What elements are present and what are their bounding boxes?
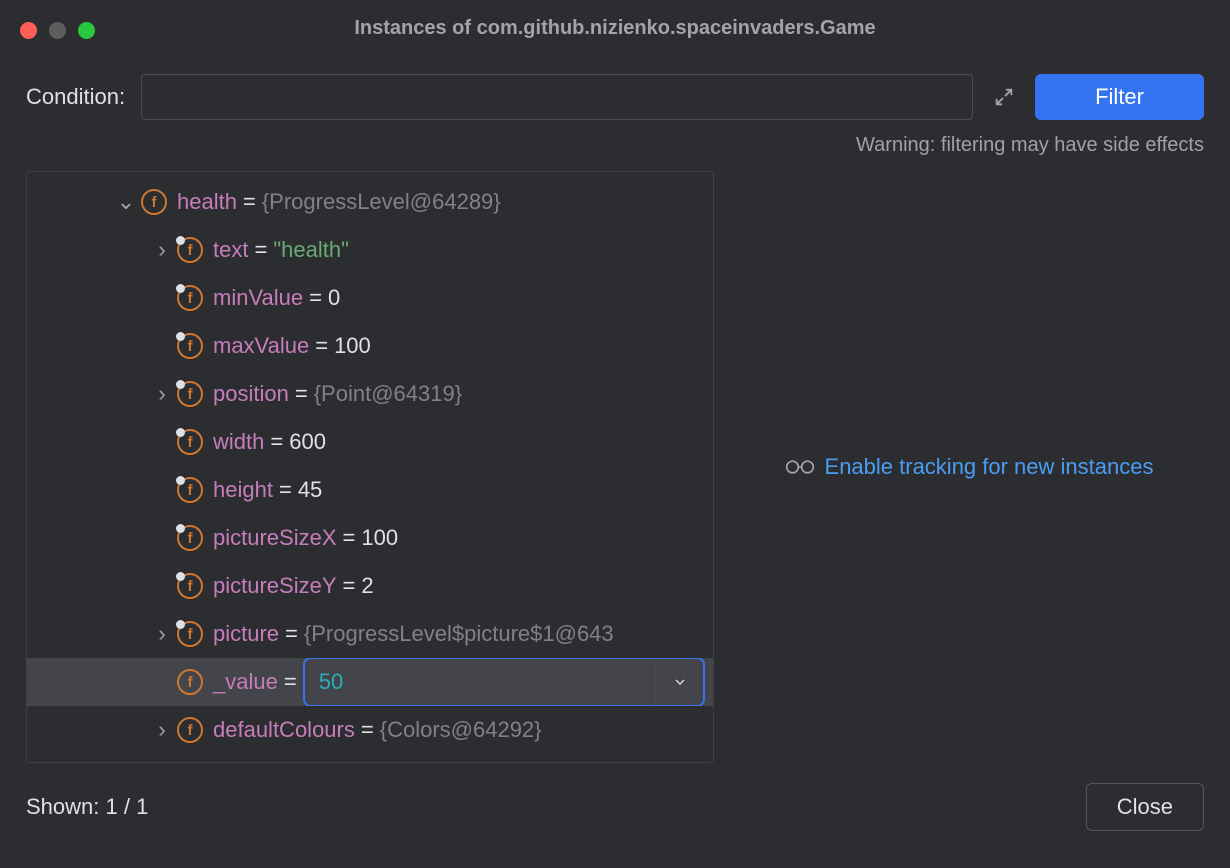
filter-button[interactable]: Filter	[1035, 74, 1204, 120]
tree-row[interactable]: f pictureSizeX = 100	[27, 514, 713, 562]
tree-row[interactable]: fwidth = 600	[27, 418, 713, 466]
field-icon: f	[177, 573, 203, 599]
chevron-down-icon[interactable]	[115, 196, 137, 208]
variable-name: picture	[213, 621, 279, 647]
variable-value: 100	[361, 525, 398, 551]
equals: =	[279, 621, 304, 647]
field-icon: f	[177, 477, 203, 503]
tree-row[interactable]: f _value =	[27, 658, 713, 706]
variable-value: {Point@64319}	[314, 381, 462, 407]
tree-row[interactable]: fhealth = {ProgressLevel@64289}	[27, 178, 713, 226]
equals: =	[273, 477, 298, 503]
tree-row[interactable]: f maxValue = 100	[27, 322, 713, 370]
condition-label: Condition:	[26, 84, 125, 110]
instances-tree[interactable]: fhealth = {ProgressLevel@64289}ftext = "…	[26, 171, 714, 763]
variable-name: pictureSizeX	[213, 525, 337, 551]
variable-value: 45	[298, 477, 322, 503]
field-icon: f	[177, 621, 203, 647]
variable-value: 0	[328, 285, 340, 311]
condition-row: Condition: Filter	[0, 56, 1230, 128]
equals: =	[303, 285, 328, 311]
field-icon: f	[177, 381, 203, 407]
variable-name: minValue	[213, 285, 303, 311]
tree-row[interactable]: f pictureSizeY = 2	[27, 562, 713, 610]
variable-name: maxValue	[213, 333, 309, 359]
equals: =	[309, 333, 334, 359]
equals: =	[248, 237, 273, 263]
field-icon: f	[177, 669, 203, 695]
variable-value: 100	[334, 333, 371, 359]
equals: =	[337, 525, 362, 551]
chevron-right-icon[interactable]	[151, 237, 173, 263]
titlebar: Instances of com.github.nizienko.spacein…	[0, 0, 1230, 56]
field-icon: f	[177, 717, 203, 743]
equals: =	[264, 429, 289, 455]
expand-icon[interactable]	[989, 82, 1019, 112]
minimize-window-icon[interactable]	[49, 22, 66, 39]
maximize-window-icon[interactable]	[78, 22, 95, 39]
field-icon: f	[177, 237, 203, 263]
field-icon: f	[177, 429, 203, 455]
equals: =	[337, 573, 362, 599]
glasses-icon	[785, 457, 815, 477]
field-icon: f	[177, 525, 203, 551]
variable-value: 600	[289, 429, 326, 455]
value-editor[interactable]	[303, 658, 705, 706]
chevron-right-icon[interactable]	[151, 717, 173, 743]
close-window-icon[interactable]	[20, 22, 37, 39]
tree-row[interactable]: f minValue = 0	[27, 274, 713, 322]
footer: Shown: 1 / 1 Close	[0, 781, 1230, 853]
window-controls	[20, 22, 95, 39]
equals: =	[278, 669, 303, 695]
equals: =	[355, 717, 380, 743]
window-title: Instances of com.github.nizienko.spacein…	[18, 17, 1212, 40]
chevron-right-icon[interactable]	[151, 381, 173, 407]
condition-input[interactable]	[141, 74, 973, 120]
variable-name: pictureSizeY	[213, 573, 337, 599]
enable-tracking-link[interactable]: Enable tracking for new instances	[825, 454, 1154, 480]
tracking-area: Enable tracking for new instances	[734, 171, 1204, 763]
history-dropdown-icon[interactable]	[655, 659, 703, 705]
tree-row[interactable]: f position = {Point@64319}	[27, 370, 713, 418]
chevron-right-icon[interactable]	[151, 621, 173, 647]
variable-value: {ProgressLevel@64289}	[262, 189, 501, 215]
value-input[interactable]	[305, 659, 655, 705]
variable-name: position	[213, 381, 289, 407]
shown-count: Shown: 1 / 1	[26, 794, 148, 820]
close-button[interactable]: Close	[1086, 783, 1204, 831]
variable-name: width	[213, 429, 264, 455]
equals: =	[237, 189, 262, 215]
field-icon: f	[177, 333, 203, 359]
equals: =	[289, 381, 314, 407]
tree-row[interactable]: ftext = "health"	[27, 226, 713, 274]
variable-value: 2	[361, 573, 373, 599]
variable-name: height	[213, 477, 273, 503]
tree-row[interactable]: f picture = {ProgressLevel$picture$1@643	[27, 610, 713, 658]
variable-value: "health"	[273, 237, 349, 263]
tree-row[interactable]: f defaultColours = {Colors@64292}	[27, 706, 713, 754]
field-icon: f	[141, 189, 167, 215]
tree-row[interactable]: fheight = 45	[27, 466, 713, 514]
variable-value: {ProgressLevel$picture$1@643	[304, 621, 614, 647]
field-icon: f	[177, 285, 203, 311]
variable-name: _value	[213, 669, 278, 695]
variable-name: health	[177, 189, 237, 215]
warning-text: Warning: filtering may have side effects	[0, 128, 1230, 171]
variable-name: text	[213, 237, 248, 263]
variable-name: defaultColours	[213, 717, 355, 743]
variable-value: {Colors@64292}	[380, 717, 542, 743]
